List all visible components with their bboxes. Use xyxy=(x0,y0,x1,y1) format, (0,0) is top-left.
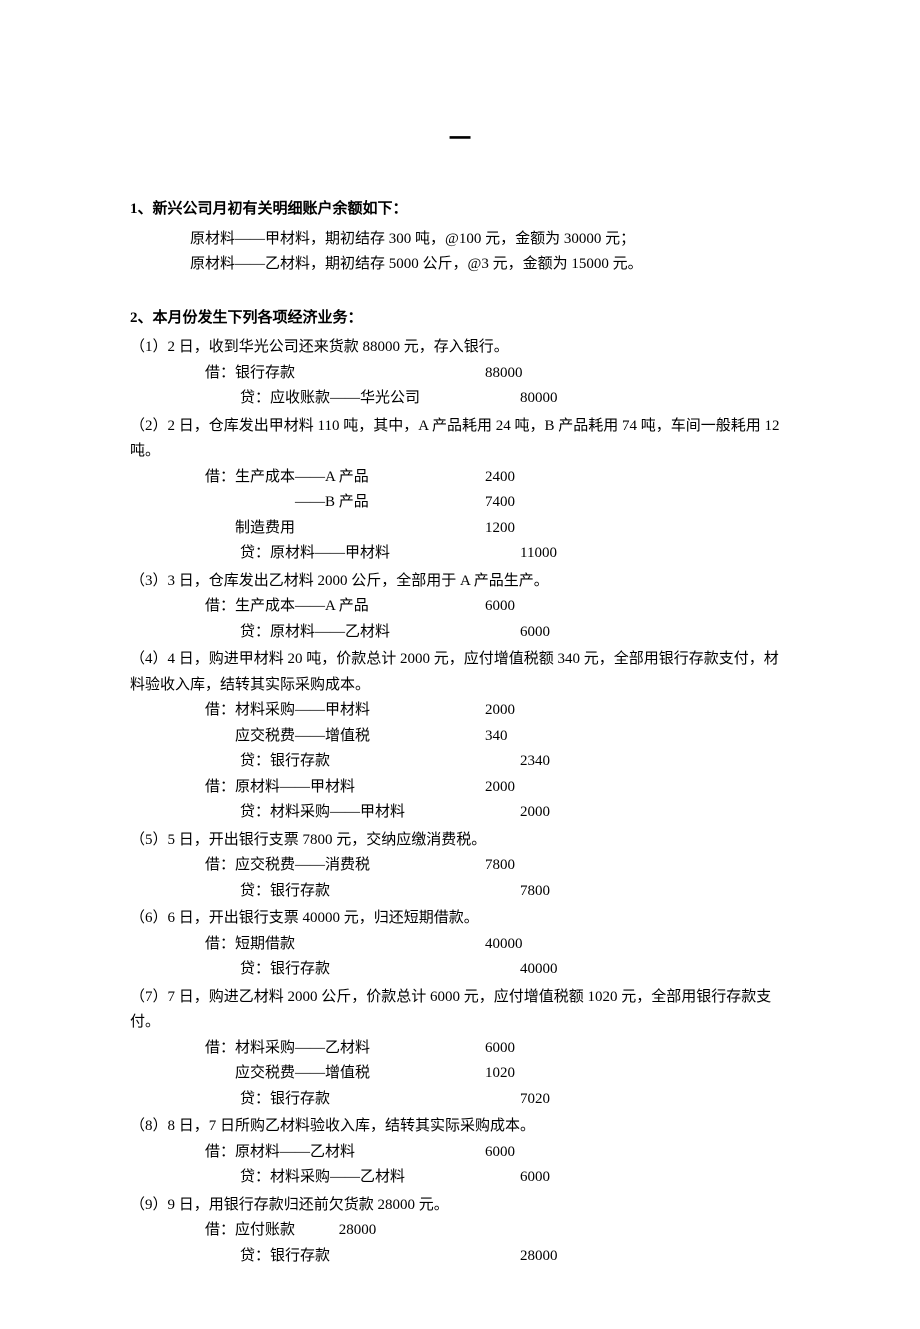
section-1-line-1: 原材料——甲材料，期初结存 300 吨，@100 元，金额为 30000 元； xyxy=(130,227,790,253)
entry-line: 贷：原材料——乙材料 6000 xyxy=(130,620,790,646)
entry-line: 应交税费——增值税 340 xyxy=(130,724,790,750)
entry-amount: 6000 xyxy=(485,1140,515,1166)
entry-label: 应交税费——增值税 xyxy=(205,1061,485,1087)
entry-amount: 28000 xyxy=(339,1222,377,1238)
entry-line: 借：材料采购——乙材料 6000 xyxy=(130,1036,790,1062)
entry-label: 借：应付账款 xyxy=(205,1218,335,1244)
entry-label: 借：生产成本——A 产品 xyxy=(205,594,485,620)
entry-label: 贷：应收账款——华光公司 xyxy=(240,386,520,412)
section-1-title: 1、新兴公司月初有关明细账户余额如下： xyxy=(130,197,790,223)
entry-label: 借：材料采购——甲材料 xyxy=(205,698,485,724)
section-1-line-2: 原材料——乙材料，期初结存 5000 公斤，@3 元，金额为 15000 元。 xyxy=(130,252,790,278)
entry-amount: 28000 xyxy=(520,1244,558,1270)
page-header-marker: 一 xyxy=(130,120,790,157)
entry-amount: 7400 xyxy=(485,490,515,516)
transaction-3-desc: （3）3 日，仓库发出乙材料 2000 公斤，全部用于 A 产品生产。 xyxy=(130,569,790,595)
entry-amount: 6000 xyxy=(520,1165,550,1191)
entry-amount: 2400 xyxy=(485,465,515,491)
entry-amount: 2000 xyxy=(485,775,515,801)
entry-line: 贷：材料采购——乙材料 6000 xyxy=(130,1165,790,1191)
entry-amount: 2340 xyxy=(520,749,550,775)
entry-label: 借：银行存款 xyxy=(205,361,485,387)
transaction-4-desc: （4）4 日，购进甲材料 20 吨，价款总计 2000 元，应付增值税额 340… xyxy=(130,647,790,698)
entry-line: 贷：银行存款 40000 xyxy=(130,957,790,983)
entry-amount: 6000 xyxy=(485,1036,515,1062)
entry-line: ——B 产品 7400 xyxy=(130,490,790,516)
section-2-title: 2、本月份发生下列各项经济业务： xyxy=(130,306,790,332)
entry-line: 贷：银行存款 2340 xyxy=(130,749,790,775)
entry-label: 借：原材料——乙材料 xyxy=(205,1140,485,1166)
entry-label: 贷：银行存款 xyxy=(240,749,520,775)
entry-amount: 40000 xyxy=(520,957,558,983)
entry-amount: 2000 xyxy=(485,698,515,724)
entry-line: 贷：应收账款——华光公司 80000 xyxy=(130,386,790,412)
entry-line: 贷：银行存款 28000 xyxy=(130,1244,790,1270)
entry-amount: 7800 xyxy=(520,879,550,905)
entry-label: 贷：银行存款 xyxy=(240,1087,520,1113)
transaction-1-desc: （1）2 日，收到华光公司还来货款 88000 元，存入银行。 xyxy=(130,335,790,361)
transaction-6-desc: （6）6 日，开出银行支票 40000 元，归还短期借款。 xyxy=(130,906,790,932)
entry-amount: 7800 xyxy=(485,853,515,879)
entry-line: 借：应交税费——消费税 7800 xyxy=(130,853,790,879)
entry-label: ——B 产品 xyxy=(205,490,485,516)
entry-amount: 1020 xyxy=(485,1061,515,1087)
entry-line: 借：生产成本——A 产品 6000 xyxy=(130,594,790,620)
entry-line: 借：短期借款 40000 xyxy=(130,932,790,958)
transaction-7-desc: （7）7 日，购进乙材料 2000 公斤，价款总计 6000 元，应付增值税额 … xyxy=(130,985,790,1036)
entry-line: 贷：材料采购——甲材料 2000 xyxy=(130,800,790,826)
entry-line: 应交税费——增值税 1020 xyxy=(130,1061,790,1087)
entry-label: 贷：原材料——甲材料 xyxy=(240,541,520,567)
entry-label: 贷：原材料——乙材料 xyxy=(240,620,520,646)
entry-label: 借：原材料——甲材料 xyxy=(205,775,485,801)
entry-amount: 80000 xyxy=(520,386,558,412)
entry-amount: 88000 xyxy=(485,361,523,387)
transaction-9-desc: （9）9 日，用银行存款归还前欠货款 28000 元。 xyxy=(130,1193,790,1219)
entry-label: 贷：材料采购——甲材料 xyxy=(240,800,520,826)
entry-label: 贷：银行存款 xyxy=(240,879,520,905)
entry-amount: 340 xyxy=(485,724,508,750)
entry-line: 贷：银行存款 7020 xyxy=(130,1087,790,1113)
entry-label: 借：应交税费——消费税 xyxy=(205,853,485,879)
entry-line: 贷：银行存款 7800 xyxy=(130,879,790,905)
entry-line: 借：原材料——甲材料 2000 xyxy=(130,775,790,801)
entry-label: 借：短期借款 xyxy=(205,932,485,958)
entry-label: 贷：材料采购——乙材料 xyxy=(240,1165,520,1191)
entry-amount: 1200 xyxy=(485,516,515,542)
entry-amount: 40000 xyxy=(485,932,523,958)
entry-line: 制造费用 1200 xyxy=(130,516,790,542)
entry-label: 贷：银行存款 xyxy=(240,957,520,983)
entry-amount: 11000 xyxy=(520,541,557,567)
entry-label: 借：材料采购——乙材料 xyxy=(205,1036,485,1062)
transaction-2-desc: （2）2 日，仓库发出甲材料 110 吨，其中，A 产品耗用 24 吨，B 产品… xyxy=(130,414,790,465)
entry-label: 应交税费——增值税 xyxy=(205,724,485,750)
entry-line: 借：原材料——乙材料 6000 xyxy=(130,1140,790,1166)
entry-label: 借：生产成本——A 产品 xyxy=(205,465,485,491)
entry-line: 借：材料采购——甲材料 2000 xyxy=(130,698,790,724)
entry-line: 贷：原材料——甲材料 11000 xyxy=(130,541,790,567)
entry-line: 借：生产成本——A 产品 2400 xyxy=(130,465,790,491)
entry-line: 借：银行存款 88000 xyxy=(130,361,790,387)
entry-amount: 6000 xyxy=(485,594,515,620)
transaction-8-desc: （8）8 日，7 日所购乙材料验收入库，结转其实际采购成本。 xyxy=(130,1114,790,1140)
entry-amount: 7020 xyxy=(520,1087,550,1113)
entry-label: 贷：银行存款 xyxy=(240,1244,520,1270)
entry-amount: 6000 xyxy=(520,620,550,646)
entry-line: 借：应付账款 28000 xyxy=(130,1218,790,1244)
entry-label: 制造费用 xyxy=(205,516,485,542)
entry-amount: 2000 xyxy=(520,800,550,826)
transaction-5-desc: （5）5 日，开出银行支票 7800 元，交纳应缴消费税。 xyxy=(130,828,790,854)
